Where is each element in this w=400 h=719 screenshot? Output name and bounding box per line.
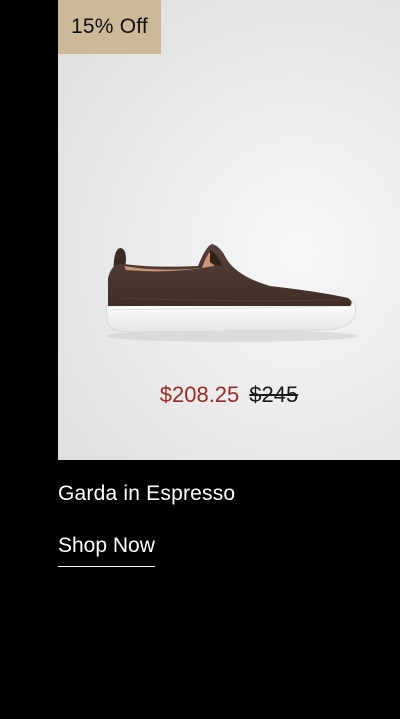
product-name[interactable]: Garda in Espresso [58,482,235,506]
discount-badge: 15% Off [58,0,161,54]
slip-on-sneaker-image [105,244,358,342]
price-row: $208.25 $245 [58,382,400,408]
shop-now-link[interactable]: Shop Now [58,534,155,567]
product-image-panel[interactable]: 15% Off $208.25 $245 [58,0,400,460]
product-card-page: 15% Off $208.25 $245 Garda in Espresso S… [0,0,400,719]
original-price: $245 [249,382,299,407]
sale-price: $208.25 [159,382,240,407]
